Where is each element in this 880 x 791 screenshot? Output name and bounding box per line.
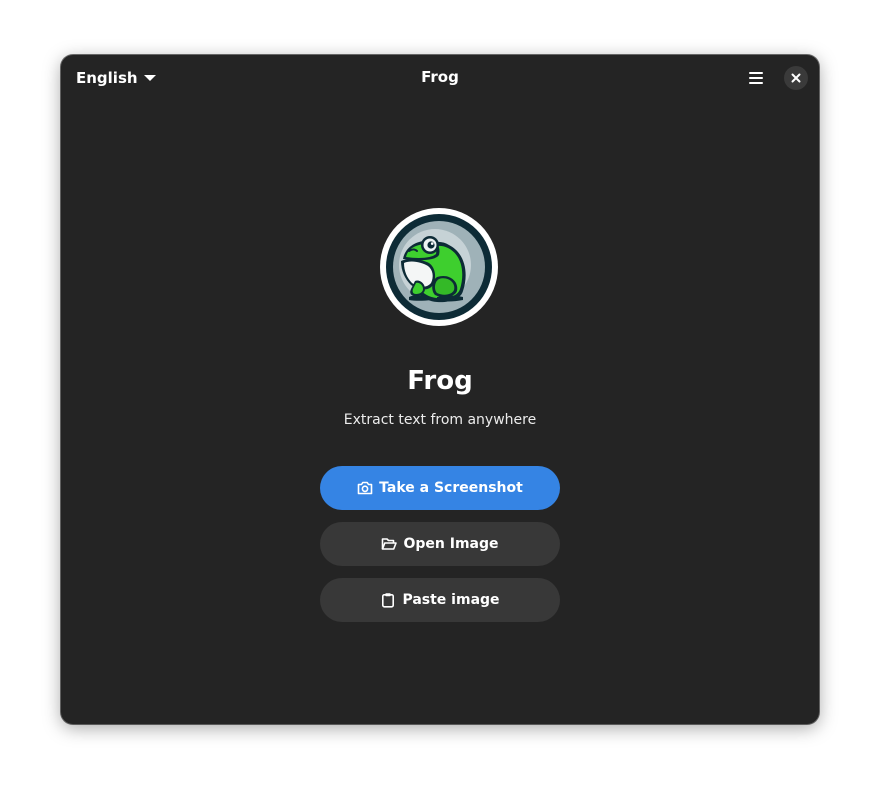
paste-image-button[interactable]: Paste image — [320, 578, 560, 622]
hamburger-menu-icon — [749, 72, 763, 84]
close-button[interactable] — [784, 66, 808, 90]
frog-logo — [380, 208, 498, 326]
main-menu-button[interactable] — [739, 62, 773, 94]
app-tagline: Extract text from anywhere — [343, 412, 537, 428]
take-screenshot-button[interactable]: Take a Screenshot — [320, 466, 560, 510]
close-icon — [791, 73, 801, 83]
paste-image-label: Paste image — [402, 592, 500, 608]
folder-open-icon — [381, 536, 398, 552]
open-image-label: Open Image — [403, 536, 499, 552]
open-image-button[interactable]: Open Image — [320, 522, 560, 566]
clipboard-icon — [380, 592, 396, 608]
app-title: Frog — [407, 366, 473, 396]
header-bar: English Frog — [61, 55, 819, 101]
window-title: Frog — [421, 68, 459, 86]
camera-icon — [357, 480, 373, 496]
take-screenshot-label: Take a Screenshot — [379, 480, 523, 496]
app-window: English Frog Frog Extract text from anyw… — [61, 55, 819, 724]
